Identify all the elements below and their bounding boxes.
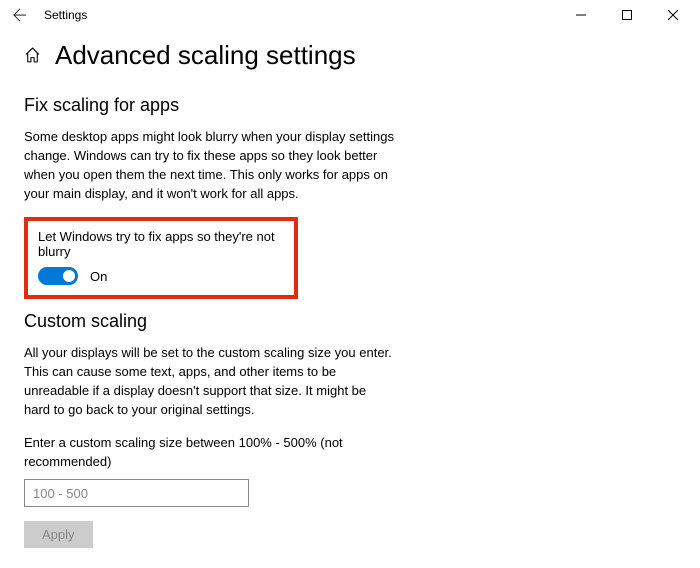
close-icon [668, 10, 678, 20]
toggle-knob [63, 270, 75, 282]
fix-blurry-toggle-label: Let Windows try to fix apps so they're n… [38, 229, 284, 259]
custom-scaling-description: All your displays will be set to the cus… [24, 344, 394, 419]
toggle-row: On [38, 267, 284, 285]
content-area: Advanced scaling settings Fix scaling fo… [0, 30, 700, 568]
toggle-state-text: On [90, 269, 107, 284]
back-button[interactable] [4, 0, 36, 30]
maximize-icon [622, 10, 632, 20]
highlight-box: Let Windows try to fix apps so they're n… [24, 217, 298, 299]
close-button[interactable] [650, 0, 696, 30]
window-controls [558, 0, 696, 30]
fix-scaling-description: Some desktop apps might look blurry when… [24, 128, 394, 203]
fix-scaling-heading: Fix scaling for apps [24, 95, 676, 116]
custom-scaling-input-label: Enter a custom scaling size between 100%… [24, 434, 394, 472]
minimize-icon [576, 10, 586, 20]
home-icon[interactable] [24, 47, 41, 69]
apply-button[interactable]: Apply [24, 521, 93, 548]
page-header: Advanced scaling settings [24, 40, 676, 71]
minimize-button[interactable] [558, 0, 604, 30]
fix-blurry-toggle[interactable] [38, 267, 78, 285]
page-title: Advanced scaling settings [55, 40, 356, 71]
window-title: Settings [44, 8, 87, 22]
custom-scaling-heading: Custom scaling [24, 311, 676, 332]
custom-scaling-input[interactable] [24, 479, 249, 507]
arrow-left-icon [13, 8, 27, 22]
titlebar: Settings [0, 0, 700, 30]
maximize-button[interactable] [604, 0, 650, 30]
